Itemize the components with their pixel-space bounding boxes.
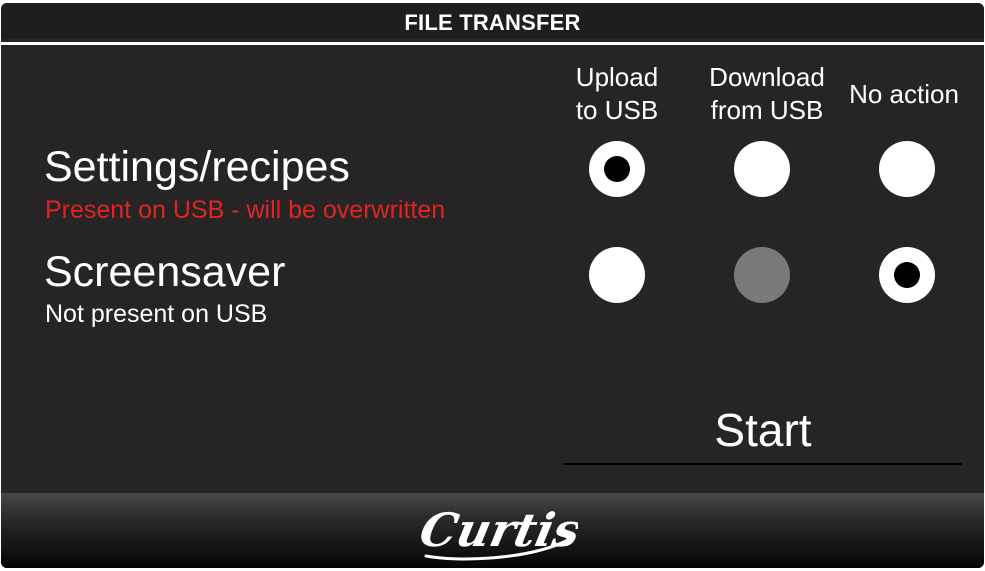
start-button[interactable]: Start	[564, 395, 962, 465]
radio-settings-no-action[interactable]	[879, 141, 935, 197]
column-header-line1: No action	[849, 78, 959, 109]
row-title-screensaver: Screensaver	[44, 248, 286, 296]
row-title-settings-recipes: Settings/recipes	[44, 143, 350, 191]
curtis-logo-icon: Curtis	[418, 502, 578, 561]
page-title: FILE TRANSFER	[404, 10, 581, 35]
title-bar: FILE TRANSFER	[1, 3, 984, 39]
radio-screensaver-no-action[interactable]	[879, 247, 935, 303]
radio-settings-download-from-usb[interactable]	[734, 141, 790, 197]
column-header-line1: Download	[709, 62, 825, 92]
logo-text: Curtis	[418, 502, 578, 556]
radio-screensaver-upload-to-usb[interactable]	[589, 247, 645, 303]
column-header-upload-to-usb: Upload to USB	[542, 59, 692, 129]
column-header-line2: to USB	[575, 95, 659, 125]
row-status-screensaver: Not present on USB	[45, 300, 268, 328]
column-header-no-action: No action	[829, 59, 979, 129]
radio-dot	[604, 156, 630, 182]
column-header-line2: from USB	[710, 95, 824, 125]
row-status-settings-recipes: Present on USB - will be overwritten	[45, 196, 446, 224]
radio-settings-upload-to-usb[interactable]	[589, 141, 645, 197]
column-header-download-from-usb: Download from USB	[692, 59, 842, 129]
file-transfer-screen: FILE TRANSFER Upload to USB Download fro…	[1, 3, 984, 568]
radio-dot	[894, 262, 920, 288]
start-underline	[564, 463, 962, 465]
radio-screensaver-download-from-usb	[734, 247, 790, 303]
title-divider	[1, 42, 984, 45]
column-header-line1: Upload	[575, 62, 659, 92]
